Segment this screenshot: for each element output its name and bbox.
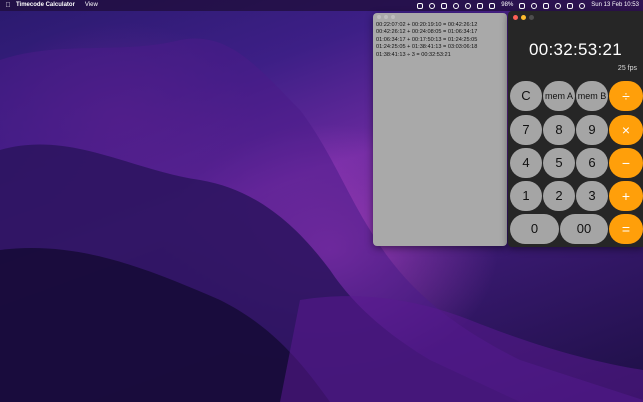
history-line: 00:42:26:12 + 00:24:08:05 = 01:06:34:17 — [376, 29, 478, 36]
calculator-window: 00:32:53:21 25 fps C mem A mem B ÷ 7 8 9… — [508, 11, 643, 247]
history-line: 01:06:34:17 + 00:17:50:13 = 01:24:25:05 — [376, 36, 478, 43]
history-window: 00:22:07:02 + 00:20:19:10 = 00:42:26:12 … — [373, 13, 507, 246]
volume-icon[interactable] — [477, 2, 484, 9]
minimize-button[interactable] — [521, 15, 526, 20]
bluetooth-icon[interactable] — [489, 2, 496, 9]
digit-8-button[interactable]: 8 — [543, 115, 575, 145]
digit-3-button[interactable]: 3 — [576, 181, 608, 211]
siri-icon[interactable] — [579, 2, 586, 9]
control-center-icon[interactable] — [567, 2, 574, 9]
history-line: 00:22:07:02 + 00:20:19:10 = 00:42:26:12 — [376, 22, 478, 28]
digit-5-button[interactable]: 5 — [543, 148, 575, 178]
digit-9-button[interactable]: 9 — [576, 115, 608, 145]
clipboard-icon[interactable] — [441, 2, 448, 9]
sync-icon[interactable] — [429, 2, 436, 9]
dropbox-icon[interactable] — [417, 2, 424, 9]
plus-button[interactable]: + — [609, 181, 643, 211]
digit-6-button[interactable]: 6 — [576, 148, 608, 178]
mem-a-button[interactable]: mem A — [543, 81, 575, 111]
history-minimize-button[interactable] — [384, 15, 388, 19]
history-line: 01:24:25:05 + 01:38:41:13 = 03:03:06:18 — [376, 44, 478, 51]
double-zero-button[interactable]: 00 — [560, 214, 608, 244]
digit-4-button[interactable]: 4 — [510, 148, 542, 178]
digit-1-button[interactable]: 1 — [510, 181, 542, 211]
history-list[interactable]: 00:22:07:02 + 00:20:19:10 = 00:42:26:12 … — [373, 22, 507, 59]
digit-7-button[interactable]: 7 — [510, 115, 542, 145]
clear-button[interactable]: C — [510, 81, 542, 111]
calculator-title-bar[interactable] — [508, 11, 643, 20]
mem-b-button[interactable]: mem B — [576, 81, 608, 111]
menu-bar-status-area: 98% Sun 13 Feb 10:53 — [417, 0, 639, 11]
minus-button[interactable]: − — [609, 148, 643, 178]
cast-icon[interactable] — [543, 2, 550, 9]
history-line: 01:38:41:13 ÷ 3 = 00:32:53:21 — [376, 51, 451, 58]
search-icon[interactable] — [555, 2, 562, 9]
multiply-button[interactable]: × — [609, 115, 643, 145]
at-sign-icon[interactable] — [453, 2, 460, 9]
digit-0-button[interactable]: 0 — [510, 214, 559, 244]
menu-app-name[interactable]: Timecode Calculator — [16, 0, 75, 11]
history-zoom-button[interactable] — [391, 15, 395, 19]
divide-button[interactable]: ÷ — [609, 81, 643, 111]
menu-bar:  Timecode Calculator View 98% Sun 13 Fe… — [0, 0, 643, 11]
timecode-display: 00:32:53:21 — [528, 40, 623, 59]
equals-button[interactable]: = — [609, 214, 643, 244]
battery-percentage: 98% — [501, 2, 514, 8]
digit-2-button[interactable]: 2 — [543, 181, 575, 211]
record-icon[interactable] — [465, 2, 472, 9]
close-button[interactable] — [513, 15, 518, 20]
menu-clock[interactable]: Sun 13 Feb 10:53 — [591, 0, 639, 11]
battery-icon[interactable] — [519, 2, 526, 9]
menu-view[interactable]: View — [85, 0, 98, 11]
wifi-icon[interactable] — [531, 2, 538, 9]
zoom-button[interactable] — [529, 15, 534, 20]
apple-menu-icon[interactable]:  — [0, 0, 16, 11]
frame-rate-label[interactable]: 25 fps — [618, 65, 637, 72]
history-title-bar[interactable] — [373, 13, 507, 22]
history-close-button[interactable] — [377, 15, 381, 19]
